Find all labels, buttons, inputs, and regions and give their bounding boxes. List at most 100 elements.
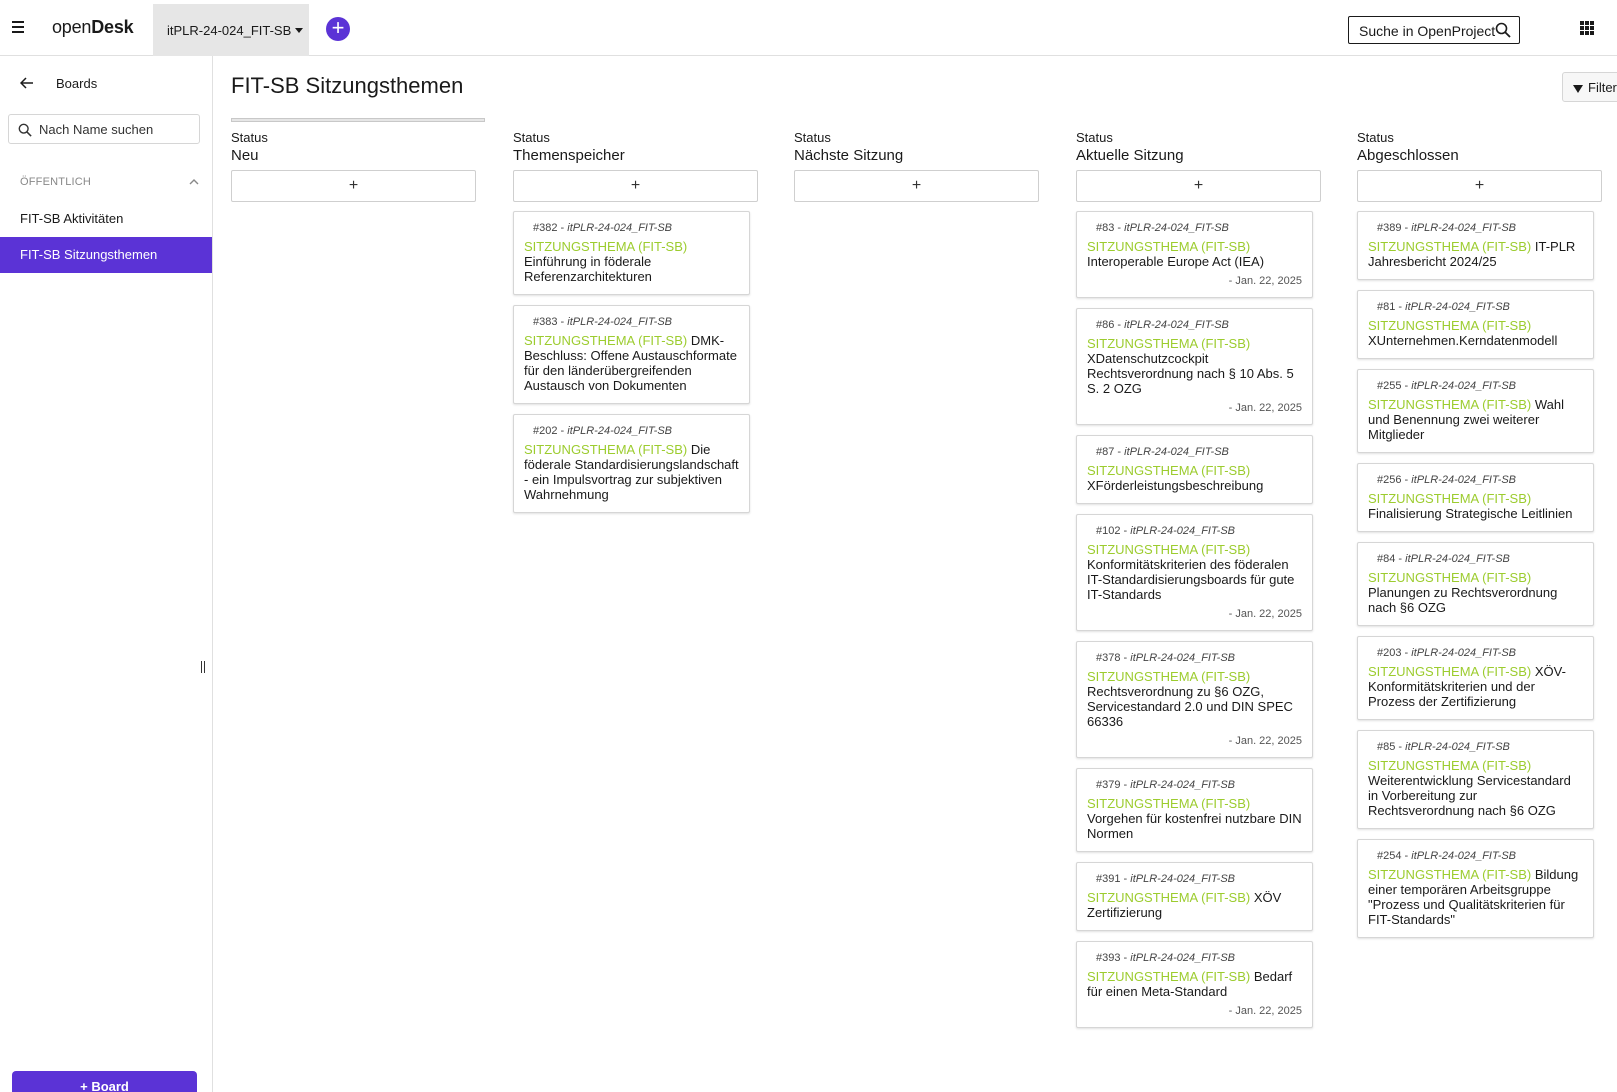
card-id[interactable]: #203	[1377, 647, 1401, 659]
work-package-card[interactable]: #85 - itPLR-24-024_FIT-SB SITZUNGSTHEMA (…	[1357, 730, 1594, 829]
card-date: - Jan. 22, 2025	[1228, 275, 1302, 287]
card-type: SITZUNGSTHEMA (FIT-SB)	[1087, 890, 1251, 905]
section-public-header[interactable]: ÖFFENTLICH	[20, 176, 200, 188]
card-id[interactable]: #393	[1096, 952, 1120, 964]
card-project: itPLR-24-024_FIT-SB	[1124, 446, 1229, 458]
card-meta: #382 - itPLR-24-024_FIT-SB	[524, 222, 739, 234]
card-project: itPLR-24-024_FIT-SB	[1411, 380, 1517, 392]
create-new-button[interactable]: +	[326, 17, 350, 41]
card-meta: #87 - itPLR-24-024_FIT-SB	[1087, 446, 1302, 458]
card-id[interactable]: #378	[1096, 652, 1120, 664]
card-id[interactable]: #81	[1377, 301, 1395, 313]
card-title: Konformitätskriterien des föderalen IT-S…	[1087, 557, 1295, 602]
card-meta-separator: -	[1401, 647, 1412, 659]
card-subject: SITZUNGSTHEMA (FIT-SB) Bedarf für einen …	[1087, 969, 1302, 999]
card-project: itPLR-24-024_FIT-SB	[1124, 222, 1229, 234]
card-type: SITZUNGSTHEMA (FIT-SB)	[1368, 318, 1532, 333]
card-id[interactable]: #87	[1096, 446, 1114, 458]
card-id[interactable]: #383	[533, 316, 557, 328]
page-title: FIT-SB Sitzungsthemen	[231, 73, 464, 98]
add-board-label: + Board	[80, 1079, 129, 1092]
work-package-card[interactable]: #86 - itPLR-24-024_FIT-SB SITZUNGSTHEMA (…	[1076, 308, 1313, 425]
card-project: itPLR-24-024_FIT-SB	[567, 316, 673, 328]
add-card-button[interactable]: +	[513, 170, 758, 202]
card-id[interactable]: #382	[533, 222, 557, 234]
project-selector[interactable]: itPLR-24-024_FIT-SB	[153, 4, 309, 56]
work-package-card[interactable]: #389 - itPLR-24-024_FIT-SB SITZUNGSTHEMA …	[1357, 211, 1594, 280]
work-package-card[interactable]: #256 - itPLR-24-024_FIT-SB SITZUNGSTHEMA …	[1357, 463, 1594, 532]
card-list: #389 - itPLR-24-024_FIT-SB SITZUNGSTHEMA …	[1357, 211, 1602, 938]
column-label: Status	[794, 130, 831, 145]
title-progress-bar	[231, 118, 485, 122]
app-logo[interactable]: openDesk	[52, 17, 134, 38]
column-neu: Status Neu +	[231, 130, 476, 211]
card-type: SITZUNGSTHEMA (FIT-SB)	[1368, 491, 1532, 506]
card-subject: SITZUNGSTHEMA (FIT-SB) Rechtsverordnung …	[1087, 669, 1302, 729]
card-id[interactable]: #86	[1096, 319, 1114, 331]
work-package-card[interactable]: #83 - itPLR-24-024_FIT-SB SITZUNGSTHEMA (…	[1076, 211, 1313, 298]
card-meta: #383 - itPLR-24-024_FIT-SB	[524, 316, 739, 328]
column-aktuelle-sitzung: Status Aktuelle Sitzung + #83 - itPLR-24…	[1076, 130, 1321, 1038]
sidebar-item-fit-sb-aktivitaeten[interactable]: FIT-SB Aktivitäten	[0, 201, 212, 237]
arrow-left-icon[interactable]	[20, 76, 34, 90]
work-package-card[interactable]: #202 - itPLR-24-024_FIT-SB SITZUNGSTHEMA …	[513, 414, 750, 513]
card-id[interactable]: #83	[1096, 222, 1114, 234]
work-package-card[interactable]: #254 - itPLR-24-024_FIT-SB SITZUNGSTHEMA …	[1357, 839, 1594, 938]
chevron-up-icon[interactable]	[188, 176, 200, 188]
board-search-placeholder: Nach Name suchen	[39, 122, 154, 137]
add-card-button[interactable]: +	[1076, 170, 1321, 202]
card-meta: #83 - itPLR-24-024_FIT-SB	[1087, 222, 1302, 234]
add-board-button[interactable]: + Board	[12, 1071, 197, 1092]
work-package-card[interactable]: #255 - itPLR-24-024_FIT-SB SITZUNGSTHEMA …	[1357, 369, 1594, 453]
card-id[interactable]: #202	[533, 425, 557, 437]
app-grid-icon[interactable]	[1580, 21, 1594, 35]
card-id[interactable]: #391	[1096, 873, 1120, 885]
work-package-card[interactable]: #379 - itPLR-24-024_FIT-SB SITZUNGSTHEMA …	[1076, 768, 1313, 852]
card-meta-separator: -	[1114, 319, 1125, 331]
card-type: SITZUNGSTHEMA (FIT-SB)	[1087, 796, 1251, 811]
work-package-card[interactable]: #102 - itPLR-24-024_FIT-SB SITZUNGSTHEMA …	[1076, 514, 1313, 631]
filter-button[interactable]: Filter	[1562, 72, 1617, 102]
card-type: SITZUNGSTHEMA (FIT-SB)	[1087, 542, 1251, 557]
card-id[interactable]: #389	[1377, 222, 1401, 234]
work-package-card[interactable]: #84 - itPLR-24-024_FIT-SB SITZUNGSTHEMA (…	[1357, 542, 1594, 626]
card-title: XUnternehmen.Kerndatenmodell	[1368, 333, 1558, 348]
board-search-input[interactable]: Nach Name suchen	[8, 114, 200, 144]
add-card-button[interactable]: +	[231, 170, 476, 202]
card-id[interactable]: #84	[1377, 553, 1395, 565]
work-package-card[interactable]: #87 - itPLR-24-024_FIT-SB SITZUNGSTHEMA (…	[1076, 435, 1313, 504]
card-type: SITZUNGSTHEMA (FIT-SB)	[1368, 664, 1532, 679]
card-id[interactable]: #256	[1377, 474, 1401, 486]
work-package-card[interactable]: #382 - itPLR-24-024_FIT-SB SITZUNGSTHEMA …	[513, 211, 750, 295]
work-package-card[interactable]: #203 - itPLR-24-024_FIT-SB SITZUNGSTHEMA …	[1357, 636, 1594, 720]
hamburger-menu-icon[interactable]	[10, 18, 28, 38]
search-icon[interactable]	[1495, 22, 1511, 38]
add-card-button[interactable]: +	[1357, 170, 1602, 202]
filter-label: Filter	[1588, 80, 1617, 95]
card-id[interactable]: #102	[1096, 525, 1120, 537]
card-meta-separator: -	[1395, 301, 1406, 313]
project-name: itPLR-24-024_FIT-SB	[167, 23, 292, 38]
card-id[interactable]: #85	[1377, 741, 1395, 753]
sidebar-resize-handle[interactable]	[201, 660, 209, 674]
sidebar-item-label: FIT-SB Sitzungsthemen	[20, 247, 158, 262]
column-name: Nächste Sitzung	[794, 147, 904, 164]
card-id[interactable]: #379	[1096, 779, 1120, 791]
work-package-card[interactable]: #383 - itPLR-24-024_FIT-SB SITZUNGSTHEMA …	[513, 305, 750, 404]
card-id[interactable]: #255	[1377, 380, 1401, 392]
work-package-card[interactable]: #393 - itPLR-24-024_FIT-SB SITZUNGSTHEMA …	[1076, 941, 1313, 1028]
card-id[interactable]: #254	[1377, 850, 1401, 862]
work-package-card[interactable]: #378 - itPLR-24-024_FIT-SB SITZUNGSTHEMA …	[1076, 641, 1313, 758]
card-project: itPLR-24-024_FIT-SB	[1405, 553, 1510, 565]
card-title: Einführung in föderale Referenzarchitekt…	[524, 254, 652, 284]
card-meta-separator: -	[1114, 222, 1125, 234]
card-type: SITZUNGSTHEMA (FIT-SB)	[1368, 239, 1532, 254]
card-type: SITZUNGSTHEMA (FIT-SB)	[1368, 397, 1532, 412]
card-date: - Jan. 22, 2025	[1228, 402, 1302, 414]
work-package-card[interactable]: #81 - itPLR-24-024_FIT-SB SITZUNGSTHEMA (…	[1357, 290, 1594, 359]
card-title: Interoperable Europe Act (IEA)	[1087, 254, 1265, 269]
global-search-input[interactable]: Suche in OpenProject	[1348, 16, 1520, 44]
add-card-button[interactable]: +	[794, 170, 1039, 202]
sidebar-item-fit-sb-sitzungsthemen[interactable]: FIT-SB Sitzungsthemen	[0, 237, 212, 273]
work-package-card[interactable]: #391 - itPLR-24-024_FIT-SB SITZUNGSTHEMA …	[1076, 862, 1313, 931]
